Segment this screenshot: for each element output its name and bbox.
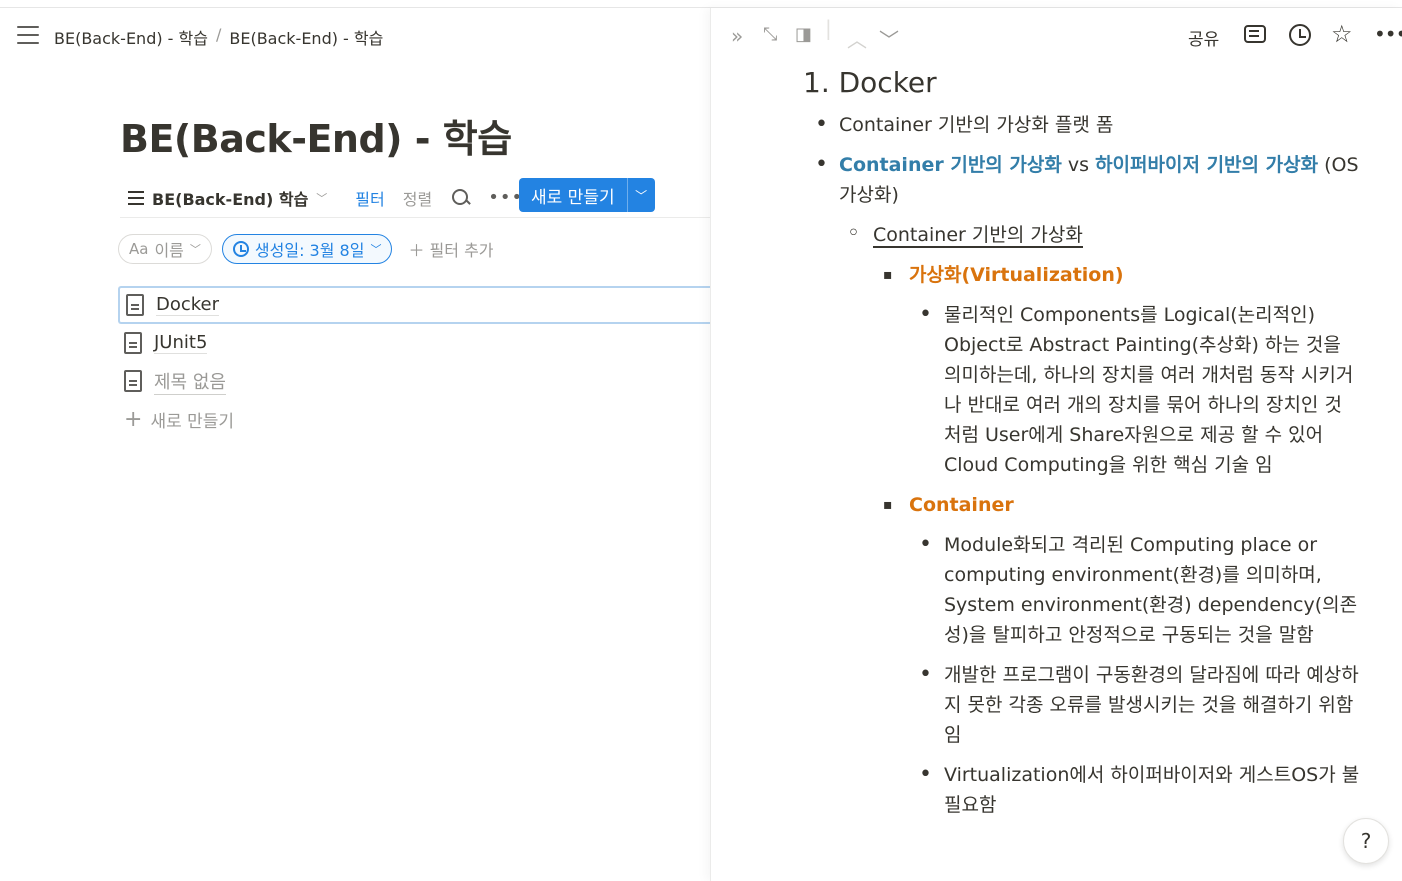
container-description: Virtualization에서 하이퍼바이저와 게스트OS가 불필요함 <box>944 764 1360 816</box>
row-title: JUnit5 <box>154 332 208 354</box>
hypervisor-virtualization-link[interactable]: 하이퍼바이저 기반의 가상화 <box>1095 154 1318 176</box>
sort-button[interactable]: 정렬 <box>403 186 432 210</box>
previous-page-chevron-up-icon[interactable]: ︿ <box>847 24 867 53</box>
list-icon <box>128 190 144 205</box>
breadcrumb: BE(Back-End) - 학습 / BE(Back-End) - 학습 <box>54 25 383 49</box>
table-row[interactable]: 제목 없음 <box>118 362 710 400</box>
sub-sub-bullet-item: Container <box>803 490 1363 520</box>
container-description: Module화되고 격리된 Computing place or computi… <box>944 534 1358 646</box>
detail-bullet-item: Virtualization에서 하이퍼바이저와 게스트OS가 불필요함 <box>803 760 1363 820</box>
next-page-chevron-down-icon[interactable]: ﹀ <box>879 24 899 53</box>
toolbar-divider: | <box>825 16 832 40</box>
detail-bullet-item: 개발한 프로그램이 구동환경의 달라짐에 따라 예상하지 못한 각종 오류를 발… <box>803 660 1363 750</box>
sidebar-menu-icon[interactable] <box>17 26 39 46</box>
virtualization-description: 물리적인 Components를 Logical(논리적인) Object로 A… <box>944 304 1354 476</box>
plus-icon: ＋ <box>408 241 425 260</box>
plus-icon: + <box>124 406 143 432</box>
chevron-down-icon: ﹀ <box>370 243 382 256</box>
view-tab-label: BE(Back-End) 학습 <box>152 189 309 209</box>
filter-chips: Aa 이름 ﹀ 생성일: 3월 8일 ﹀ ＋ 필터 추가 <box>118 234 494 264</box>
updates-clock-icon[interactable] <box>1289 24 1311 46</box>
chevron-down-icon: ﹀ <box>316 191 328 205</box>
virtualization-title: 가상화(Virtualization) <box>909 264 1124 286</box>
detail-bullet-item: Module화되고 격리된 Computing place or computi… <box>803 530 1363 650</box>
more-options-icon[interactable]: ••• <box>1374 22 1402 46</box>
sub-sub-bullet-item: 가상화(Virtualization) <box>803 260 1363 290</box>
row-title: 제목 없음 <box>154 368 226 395</box>
share-button[interactable]: 공유 <box>1188 25 1219 50</box>
search-icon[interactable] <box>450 187 472 209</box>
bullet-item: Container 기반의 가상화 vs 하이퍼바이저 기반의 가상화 (OS가… <box>803 150 1363 210</box>
table-row[interactable]: JUnit5 <box>118 324 710 362</box>
breadcrumb-separator: / <box>215 25 222 44</box>
page-content: 1. Docker Container 기반의 가상화 플랫 폼 Contain… <box>803 66 1363 830</box>
text-property-icon: Aa <box>129 240 149 258</box>
name-filter-chip[interactable]: Aa 이름 ﹀ <box>118 234 212 264</box>
database-rows: Docker JUnit5 제목 없음 + 새로 만들기 <box>118 286 710 438</box>
add-filter-label: 필터 추가 <box>429 241 494 260</box>
more-options-icon[interactable]: ••• <box>488 187 523 208</box>
database-pane: BE(Back-End) - 학습 / BE(Back-End) - 학습 BE… <box>0 8 710 881</box>
sub-bullet-item: Container 기반의 가상화 <box>803 219 1363 250</box>
new-button-group: 새로 만들기 ﹀ <box>519 178 655 212</box>
favorite-star-icon[interactable]: ☆ <box>1331 20 1353 48</box>
page-title: BE(Back-End) - 학습 <box>120 117 512 161</box>
help-button[interactable]: ? <box>1343 818 1389 864</box>
container-title: Container <box>909 494 1014 516</box>
top-border <box>0 0 1402 8</box>
peek-toolbar: » ⤡ ◨ | ︿ ﹀ 공유 ☆ ••• <box>711 8 1402 60</box>
clock-icon <box>232 241 249 257</box>
view-tab[interactable]: BE(Back-End) 학습 ﹀ <box>120 182 335 214</box>
new-button[interactable]: 새로 만들기 <box>519 178 627 212</box>
vs-text: vs <box>1061 154 1096 176</box>
new-dropdown-chevron-icon[interactable]: ﹀ <box>626 178 655 212</box>
name-filter-label: 이름 <box>154 241 184 260</box>
row-title: Docker <box>156 294 220 316</box>
close-peek-double-chevron-icon[interactable]: » <box>731 24 743 48</box>
heading-docker: 1. Docker <box>803 66 937 99</box>
bullet-text: Container 기반의 가상화 플랫 폼 <box>839 114 1114 136</box>
page-peek-panel: » ⤡ ◨ | ︿ ﹀ 공유 ☆ ••• 1. Docker Container… <box>710 8 1402 881</box>
container-description: 개발한 프로그램이 구동환경의 달라짐에 따라 예상하지 못한 각종 오류를 발… <box>944 664 1359 746</box>
container-virtualization-link[interactable]: Container 기반의 가상화 <box>839 154 1062 176</box>
new-row-button[interactable]: + 새로 만들기 <box>118 400 710 438</box>
page-icon <box>124 332 142 354</box>
comment-icon[interactable] <box>1244 25 1266 43</box>
filter-button[interactable]: 필터 <box>355 186 384 210</box>
new-row-label: 새로 만들기 <box>150 411 235 432</box>
page-icon <box>126 294 144 316</box>
table-row[interactable]: Docker <box>118 286 710 324</box>
side-peek-layout-icon[interactable]: ◨ <box>795 24 812 45</box>
breadcrumb-item[interactable]: BE(Back-End) - 학습 <box>54 25 208 49</box>
created-date-filter-label: 생성일: 3월 8일 <box>254 241 365 260</box>
chevron-down-icon: ﹀ <box>189 243 201 256</box>
subheading-container-virtualization: Container 기반의 가상화 <box>873 224 1083 248</box>
expand-icon[interactable]: ⤡ <box>763 24 777 45</box>
bullet-item: Container 기반의 가상화 플랫 폼 <box>803 110 1363 140</box>
detail-bullet-item: 물리적인 Components를 Logical(논리적인) Object로 A… <box>803 300 1363 480</box>
database-view-bar: BE(Back-End) 학습 ﹀ 필터 정렬 ••• 새로 만들기 ﹀ <box>120 178 710 218</box>
created-date-filter-chip[interactable]: 생성일: 3월 8일 ﹀ <box>221 234 393 264</box>
breadcrumb-item[interactable]: BE(Back-End) - 학습 <box>229 25 383 49</box>
add-filter-button[interactable]: ＋ 필터 추가 <box>408 237 493 261</box>
page-icon <box>124 370 142 392</box>
